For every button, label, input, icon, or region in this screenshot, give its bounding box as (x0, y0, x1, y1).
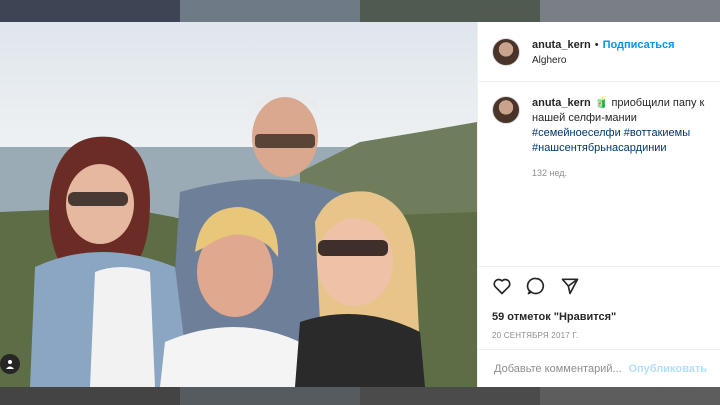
share-icon[interactable] (560, 276, 580, 296)
caption-hashtags[interactable]: #семейноеселфи #воттакиемы #нашсентябрьн… (532, 126, 706, 156)
background-feed-top (0, 0, 720, 22)
post-date[interactable]: 20 СЕНТЯБРЯ 2017 Г. (492, 331, 707, 340)
follow-button[interactable]: Подписаться (603, 39, 675, 51)
caption-emoji: 🧃 (594, 97, 609, 109)
post-details-panel: anuta_kern • Подписаться Alghero anuta_ker… (477, 22, 720, 387)
actions-section: 59 отметок "Нравится" 20 СЕНТЯБРЯ 2017 Г… (478, 266, 720, 387)
action-icons (492, 275, 707, 297)
selfie-photo-illustration (0, 92, 477, 387)
header-text: anuta_kern • Подписаться Alghero (532, 36, 675, 68)
caption-avatar[interactable] (492, 96, 520, 124)
header-username[interactable]: anuta_kern (532, 39, 591, 51)
avatar[interactable] (492, 37, 520, 66)
caption-body: anuta_kern 🧃 приобщили папу к нашей селфи… (532, 96, 706, 181)
caption-comment: anuta_kern 🧃 приобщили папу к нашей селфи… (492, 96, 706, 181)
comment-icon[interactable] (526, 276, 546, 296)
background-feed-bottom (0, 387, 720, 405)
post-modal: anuta_kern • Подписаться Alghero anuta_ker… (0, 22, 720, 387)
add-comment-bar: Опубликовать (478, 349, 720, 388)
person-glyph (6, 360, 14, 369)
caption-time[interactable]: 132 нед. (532, 166, 706, 181)
header-separator: • (594, 38, 599, 51)
post-header: anuta_kern • Подписаться Alghero (478, 22, 720, 82)
comment-input[interactable] (492, 362, 629, 376)
caption-username[interactable]: anuta_kern (532, 97, 591, 109)
heart-icon[interactable] (492, 276, 512, 296)
location-link[interactable]: Alghero (532, 53, 675, 68)
user-icon[interactable] (0, 354, 20, 374)
likes-count[interactable]: 59 отметок "Нравится" (492, 311, 707, 323)
publish-button[interactable]: Опубликовать (628, 363, 707, 375)
post-photo[interactable] (0, 22, 477, 387)
comments-section: anuta_kern 🧃 приобщили папу к нашей селфи… (478, 82, 720, 287)
